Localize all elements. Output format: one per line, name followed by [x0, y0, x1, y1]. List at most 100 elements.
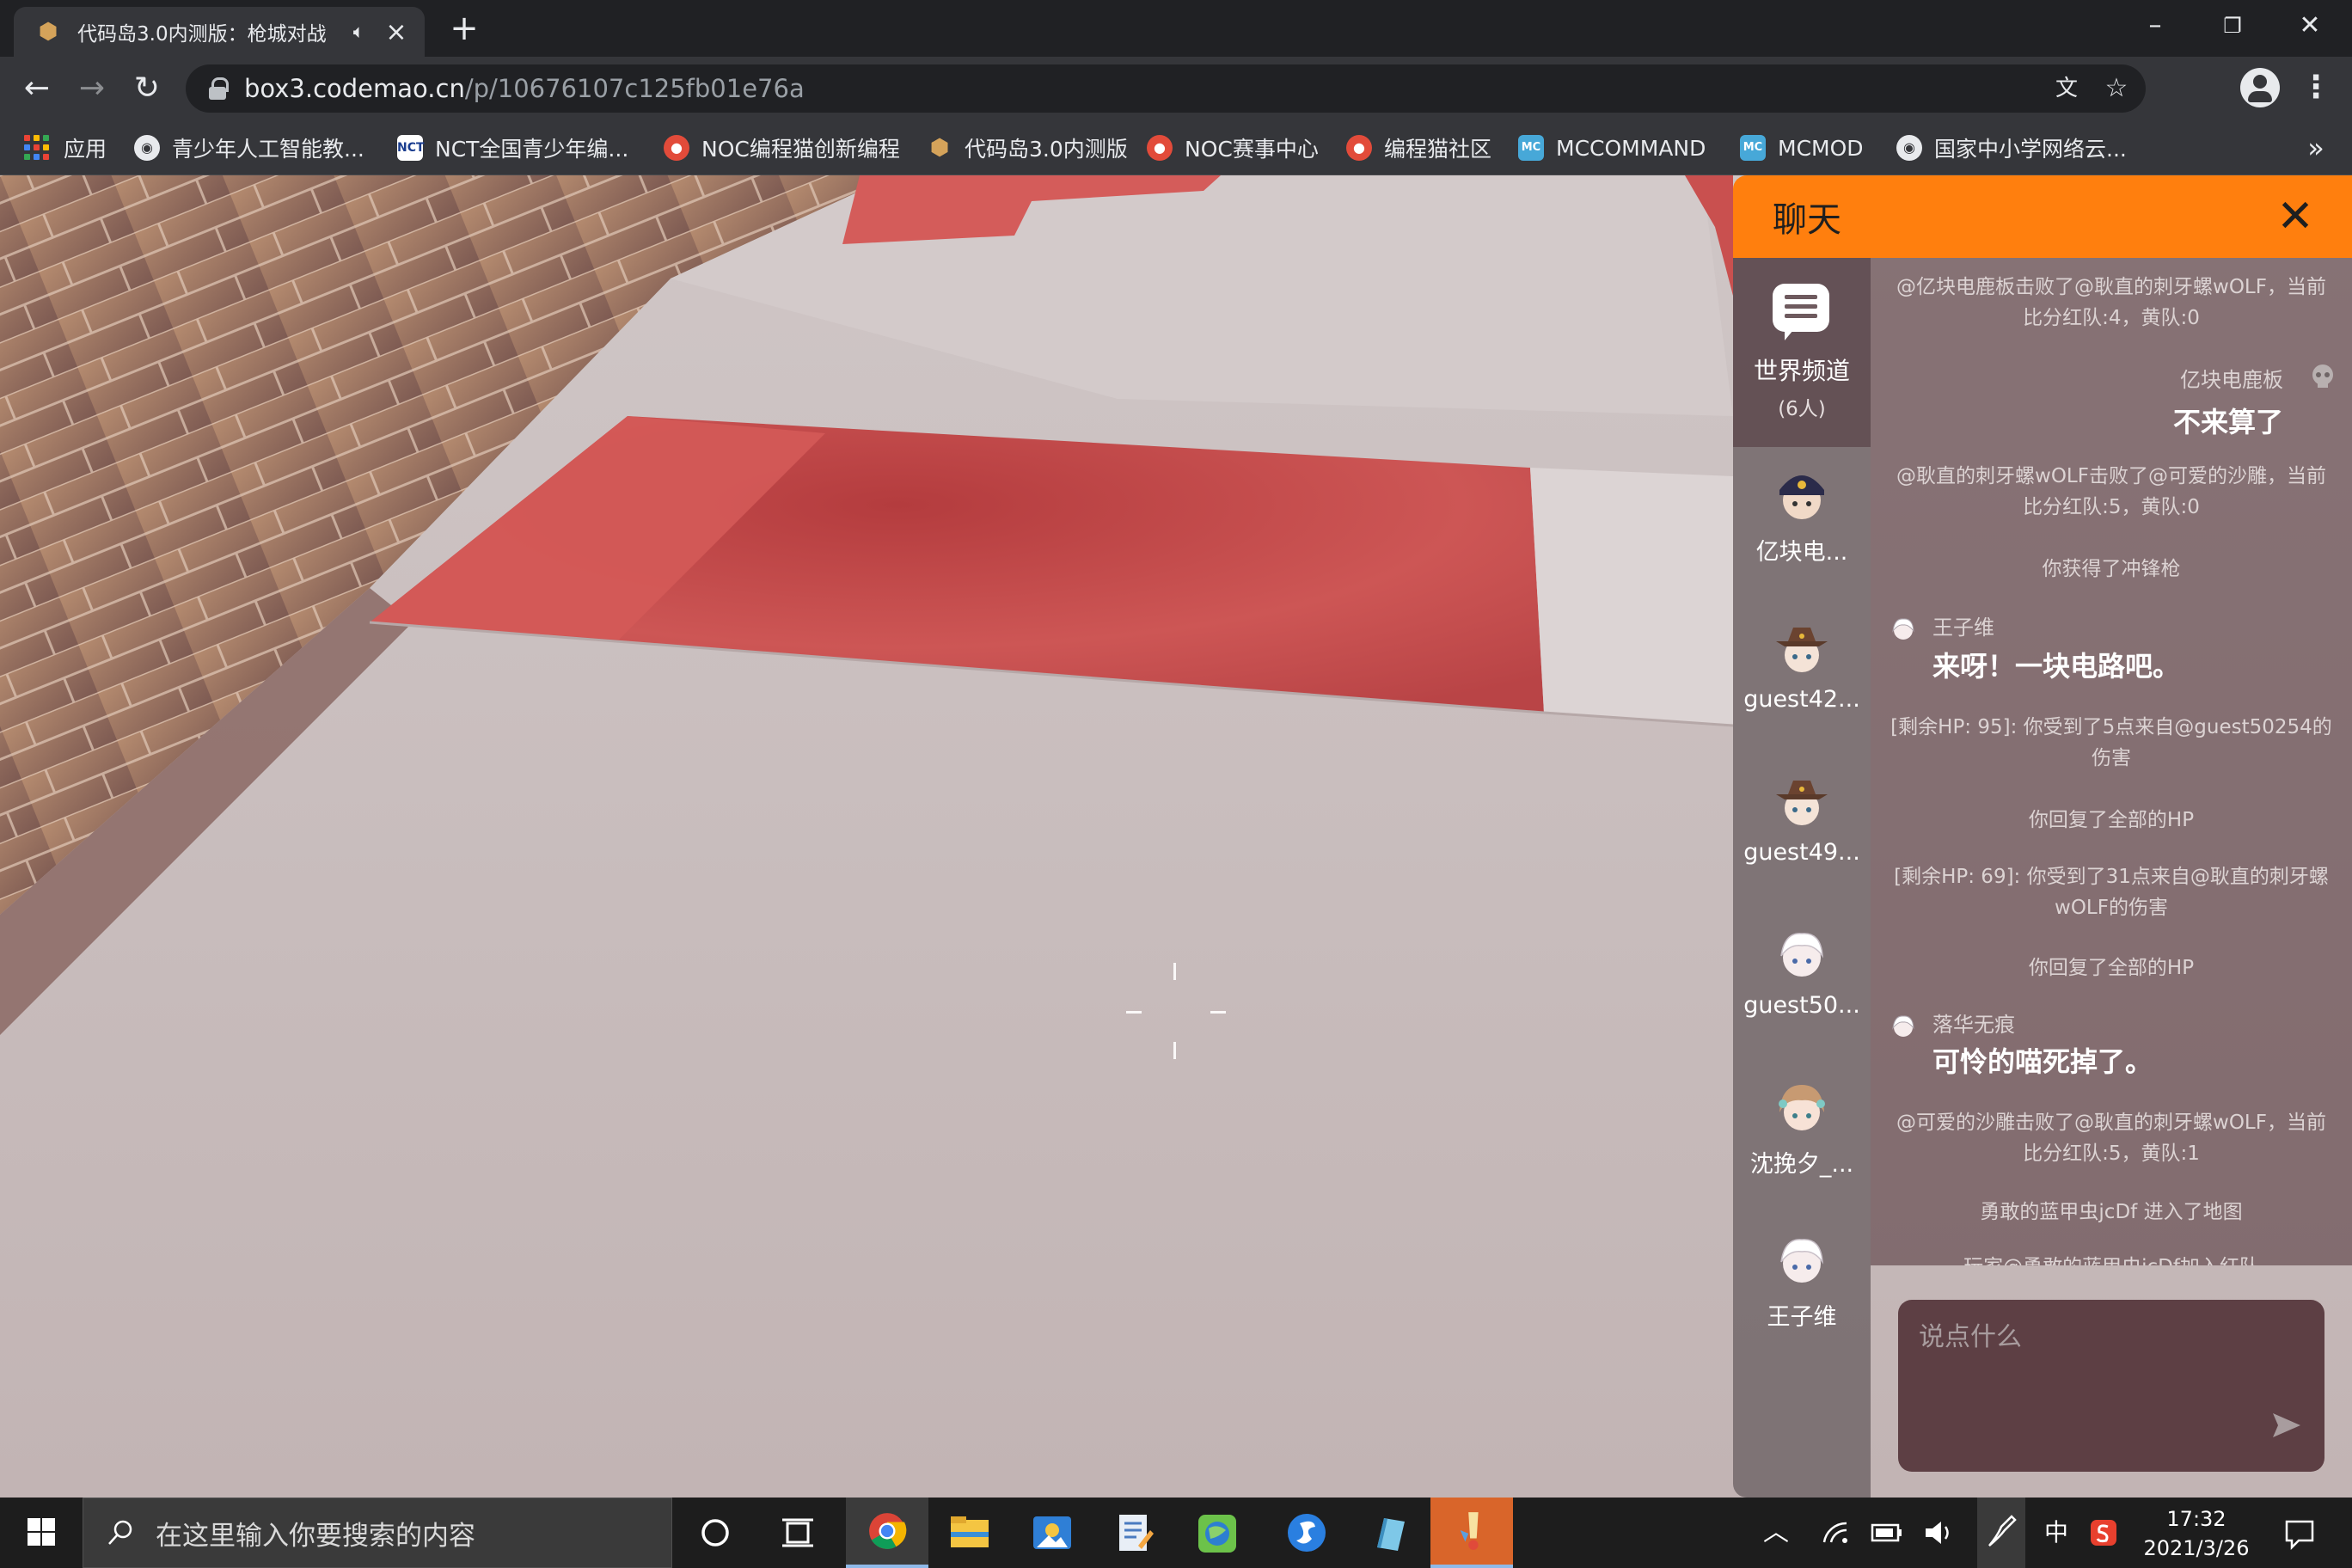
bookmark-apps[interactable]: 应用 [24, 127, 107, 168]
chat-close-icon[interactable]: ✕ [2269, 191, 2321, 242]
bookmark-label: MCMOD [1778, 135, 1864, 161]
bookmark-item[interactable]: MC MCMOD [1740, 127, 1864, 168]
codemao-icon: ● [1147, 135, 1173, 161]
back-button[interactable]: ← [15, 67, 58, 110]
url-path: /p/10676107c125fb01e76a [464, 74, 805, 103]
address-bar[interactable]: box3.codemao.cn/p/10676107c125fb01e76a 文… [186, 64, 2146, 113]
url-text: box3.codemao.cn/p/10676107c125fb01e76a [244, 74, 805, 103]
system-message: 玩家@勇敢的蓝甲虫jcDf加入红队 [1888, 1252, 2335, 1265]
taskbar-search[interactable]: 在这里输入你要搜索的内容 [83, 1498, 672, 1568]
bookmark-star-icon[interactable]: ☆ [2098, 70, 2135, 107]
bookmark-item[interactable]: ● NOC编程猫创新编程 [664, 127, 900, 168]
bookmark-label: NOC赛事中心 [1185, 137, 1319, 162]
battery-icon[interactable] [1865, 1498, 1908, 1568]
message-text: 不来算了 [2173, 406, 2284, 438]
crosshair-left [1126, 1011, 1142, 1014]
member-name: 沈挽夕_... [1749, 1151, 1854, 1178]
bookmark-item[interactable]: ◉ 国家中小学网络云... [1896, 127, 2127, 168]
tablet-app-icon[interactable] [1348, 1498, 1430, 1568]
member-name: 王子维 [1767, 1304, 1837, 1331]
taskbar-clock[interactable]: 17:32 2021/3/26 [2132, 1504, 2261, 1563]
codemao-icon: ● [664, 135, 689, 161]
bookmark-item[interactable]: ● 编程猫社区 [1346, 127, 1491, 168]
chat-title: 聊天 [1773, 200, 1841, 240]
crosshair-top [1173, 963, 1176, 980]
avatar-hat-brown-icon [1776, 781, 1828, 825]
apps-grid-icon [24, 135, 50, 161]
bookmark-item[interactable]: ⬢ 代码岛3.0内测版 [927, 127, 1128, 168]
browser-menu-icon[interactable]: ⋮ [2297, 65, 2335, 110]
system-message: @可爱的沙雕击败了@耿直的刺牙螺wOLF，当前比分红队:5，黄队:1 [1896, 1112, 2326, 1165]
member-name: guest42... [1743, 686, 1860, 713]
tray-overflow-icon[interactable]: ︿ [1754, 1498, 1798, 1568]
photos-icon[interactable] [1011, 1498, 1093, 1568]
restore-button[interactable]: ❐ [2194, 0, 2271, 52]
chat-input[interactable] [1919, 1315, 2280, 1453]
bookmark-label: 国家中小学网络云... [1934, 137, 2127, 162]
translate-icon[interactable]: 文 [2048, 70, 2086, 107]
bookmark-item[interactable]: ◉ 青少年人工智能教... [134, 127, 364, 168]
pen-ink-icon[interactable] [1977, 1498, 2025, 1568]
send-icon[interactable] [2269, 1408, 2304, 1442]
game-editor-icon[interactable] [1430, 1498, 1513, 1568]
system-message: [剩余HP: 95]: 你受到了5点来自@guest50254的伤害 [1890, 716, 2332, 769]
task-view-icon[interactable] [756, 1498, 839, 1568]
active-tab[interactable]: ⬢ 代码岛3.0内测版：枪城对战 🔈︎ × [14, 7, 425, 57]
chat-message-list[interactable]: @亿块电鹿板击败了@耿直的刺牙螺wOLF，当前比分红队:4，黄队:0 亿块电鹿板… [1871, 258, 2352, 1265]
new-tab-button[interactable]: + [445, 7, 483, 50]
notepad-icon[interactable] [1093, 1498, 1176, 1568]
speaker-icon[interactable]: 🔈︎ [353, 21, 364, 43]
message-text: 可怜的喵死掉了。 [1932, 1045, 2153, 1078]
message-sender: 落华无痕 [1932, 1013, 2015, 1037]
ime-indicator[interactable]: 中 [2037, 1498, 2075, 1568]
crosshair-bottom [1173, 1042, 1176, 1059]
member-name: guest49... [1743, 839, 1860, 866]
member-item[interactable]: 王子维 [1733, 1219, 1871, 1365]
sogou-browser-icon[interactable] [1265, 1498, 1348, 1568]
start-button[interactable] [0, 1498, 83, 1568]
search-icon [108, 1520, 132, 1545]
minimize-button[interactable]: – [2116, 0, 2194, 52]
lock-icon[interactable] [208, 77, 229, 100]
search-placeholder: 在这里输入你要搜索的内容 [156, 1520, 475, 1552]
volume-icon[interactable] [1917, 1498, 1960, 1568]
avatar-white-hair-icon [1780, 1239, 1823, 1283]
tab-close-icon[interactable]: × [383, 17, 409, 47]
more-bookmarks-button[interactable]: » [2297, 127, 2335, 168]
bookmark-item[interactable]: MC MCCOMMAND [1518, 127, 1706, 168]
skull-avatar-icon [2312, 364, 2333, 388]
system-message: [剩余HP: 69]: 你受到了31点来自@耿直的刺牙螺wOLF的伤害 [1894, 866, 2329, 919]
profile-avatar-icon[interactable] [2240, 68, 2280, 107]
network-icon[interactable] [1814, 1498, 1857, 1568]
member-item[interactable]: 沈挽夕_... [1733, 1066, 1871, 1212]
box3-favicon-icon: ⬢ [38, 19, 58, 45]
bookmark-label: 编程猫社区 [1384, 137, 1492, 162]
sender-avatar-icon [1892, 1015, 1914, 1037]
bookmark-item[interactable]: NCT NCT全国青少年编... [397, 127, 628, 168]
world-channel-button[interactable]: 世界频道 (6人) [1733, 258, 1871, 447]
member-item[interactable]: guest50... [1733, 913, 1871, 1059]
forward-button[interactable]: → [70, 67, 113, 110]
member-item[interactable]: guest42... [1733, 607, 1871, 753]
message-text: 来呀！一块电路吧。 [1932, 650, 2181, 683]
window-close-button[interactable]: ✕ [2271, 0, 2349, 52]
bookmark-label: NOC编程猫创新编程 [701, 137, 900, 162]
notification-center-icon[interactable] [2269, 1498, 2330, 1568]
member-item[interactable]: 亿块电... [1733, 454, 1871, 600]
bookmarks-bar: 应用 ◉ 青少年人工智能教... NCT NCT全国青少年编... ● NOC编… [0, 120, 2352, 175]
app-globe-icon[interactable] [1176, 1498, 1259, 1568]
reload-button[interactable]: ↻ [126, 67, 168, 110]
chrome-icon[interactable] [846, 1498, 928, 1568]
bookmark-item[interactable]: ● NOC赛事中心 [1147, 127, 1319, 168]
member-name: 亿块电... [1755, 539, 1848, 566]
file-explorer-icon[interactable] [928, 1498, 1011, 1568]
cortana-icon[interactable] [674, 1498, 756, 1568]
browser-toolbar: ← → ↻ box3.codemao.cn/p/10676107c125fb01… [0, 57, 2352, 120]
member-item[interactable]: guest49... [1733, 760, 1871, 906]
sogou-ime-icon[interactable] [2084, 1498, 2123, 1568]
bookmark-label: MCCOMMAND [1556, 135, 1706, 161]
box3-icon: ⬢ [929, 135, 950, 161]
message-sender: 亿块电鹿板 [2180, 368, 2283, 392]
system-message: 你回复了全部的HP [2028, 957, 2195, 979]
avatar-white-hair-icon [1780, 933, 1823, 977]
